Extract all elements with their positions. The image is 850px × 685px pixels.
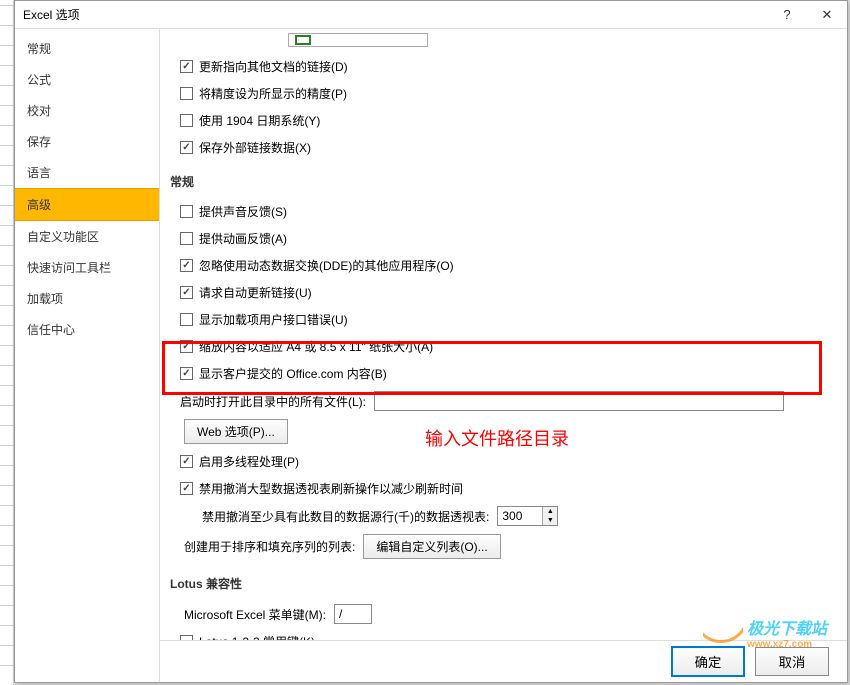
option-scale-paper[interactable]: 缩放内容以适应 A4 或 8.5 x 11" 纸张大小(A) (170, 333, 829, 360)
help-button[interactable]: ? (767, 1, 807, 29)
sidebar-item-save[interactable]: 保存 (15, 126, 159, 157)
close-button[interactable]: ✕ (807, 1, 847, 29)
checkbox-icon[interactable] (180, 141, 193, 154)
checkbox-icon[interactable] (180, 340, 193, 353)
checkbox-icon[interactable] (180, 635, 193, 640)
lotus-menu-key-label: Microsoft Excel 菜单键(M): (184, 606, 326, 623)
checkbox-icon[interactable] (180, 367, 193, 380)
section-lotus: Lotus 兼容性 (170, 563, 829, 600)
content-wrapper: 更新指向其他文档的链接(D) 将精度设为所显示的精度(P) 使用 1904 日期… (160, 29, 847, 682)
startup-path-input[interactable] (374, 391, 784, 411)
sidebar-item-proofing[interactable]: 校对 (15, 95, 159, 126)
startup-path-label: 启动时打开此目录中的所有文件(L): (180, 393, 366, 410)
dialog-footer: 确定 取消 (160, 640, 847, 682)
sidebar-item-language[interactable]: 语言 (15, 157, 159, 188)
undo-threshold-row: 禁用撤消至少具有此数目的数据源行(千)的数据透视表: ▲ ▼ (170, 502, 829, 530)
checkbox-icon[interactable] (180, 455, 193, 468)
option-multithread[interactable]: 启用多线程处理(P) (170, 448, 829, 475)
sidebar-item-formulas[interactable]: 公式 (15, 64, 159, 95)
checkbox-icon[interactable] (180, 87, 193, 100)
content-panel: 更新指向其他文档的链接(D) 将精度设为所显示的精度(P) 使用 1904 日期… (160, 29, 847, 640)
option-auto-update-links[interactable]: 请求自动更新链接(U) (170, 279, 829, 306)
section-general: 常规 (170, 161, 829, 198)
truncated-dropdown[interactable] (288, 33, 428, 47)
titlebar: Excel 选项 ? ✕ (15, 1, 847, 29)
dialog-title: Excel 选项 (23, 6, 767, 23)
option-lotus-transition[interactable]: Lotus 1-2-3 常用键(K) (170, 628, 829, 640)
dialog-body: 常规 公式 校对 保存 语言 高级 自定义功能区 快速访问工具栏 加载项 信任中… (15, 29, 847, 682)
sidebar-item-quick-access[interactable]: 快速访问工具栏 (15, 252, 159, 283)
lotus-menu-key-input[interactable] (334, 604, 372, 624)
option-1904-date[interactable]: 使用 1904 日期系统(Y) (170, 107, 829, 134)
workbook-icon (295, 35, 311, 45)
option-animation-feedback[interactable]: 提供动画反馈(A) (170, 225, 829, 252)
sidebar-item-general[interactable]: 常规 (15, 33, 159, 64)
web-options-button[interactable]: Web 选项(P)... (184, 419, 288, 444)
option-disable-pivot-undo[interactable]: 禁用撤消大型数据透视表刷新操作以减少刷新时间 (170, 475, 829, 502)
custom-list-label: 创建用于排序和填充序列的列表: (184, 538, 355, 555)
spreadsheet-grid-bg (0, 0, 14, 685)
option-ignore-dde[interactable]: 忽略使用动态数据交换(DDE)的其他应用程序(O) (170, 252, 829, 279)
checkbox-icon[interactable] (180, 232, 193, 245)
checkbox-icon[interactable] (180, 205, 193, 218)
custom-list-row: 创建用于排序和填充序列的列表: 编辑自定义列表(O)... (170, 530, 829, 563)
undo-threshold-spinner[interactable]: ▲ ▼ (497, 506, 558, 526)
sidebar: 常规 公式 校对 保存 语言 高级 自定义功能区 快速访问工具栏 加载项 信任中… (15, 29, 160, 682)
option-sound-feedback[interactable]: 提供声音反馈(S) (170, 198, 829, 225)
startup-path-row: 启动时打开此目录中的所有文件(L): (170, 387, 829, 415)
spin-up-icon[interactable]: ▲ (543, 507, 557, 516)
undo-threshold-label: 禁用撤消至少具有此数目的数据源行(千)的数据透视表: (202, 508, 489, 525)
checkbox-icon[interactable] (180, 313, 193, 326)
sidebar-item-trust-center[interactable]: 信任中心 (15, 314, 159, 345)
option-save-external-links[interactable]: 保存外部链接数据(X) (170, 134, 829, 161)
web-options-row: Web 选项(P)... (170, 415, 829, 448)
lotus-menu-key-row: Microsoft Excel 菜单键(M): (170, 600, 829, 628)
checkbox-icon[interactable] (180, 114, 193, 127)
sidebar-item-addins[interactable]: 加载项 (15, 283, 159, 314)
option-precision[interactable]: 将精度设为所显示的精度(P) (170, 80, 829, 107)
cancel-button[interactable]: 取消 (755, 647, 829, 676)
ok-button[interactable]: 确定 (671, 646, 745, 677)
option-office-content[interactable]: 显示客户提交的 Office.com 内容(B) (170, 360, 829, 387)
checkbox-icon[interactable] (180, 259, 193, 272)
option-addin-errors[interactable]: 显示加载项用户接口错误(U) (170, 306, 829, 333)
sidebar-item-advanced[interactable]: 高级 (15, 188, 159, 221)
option-update-links[interactable]: 更新指向其他文档的链接(D) (170, 53, 829, 80)
undo-threshold-input[interactable] (498, 507, 542, 525)
checkbox-icon[interactable] (180, 482, 193, 495)
sidebar-item-customize-ribbon[interactable]: 自定义功能区 (15, 221, 159, 252)
spin-down-icon[interactable]: ▼ (543, 516, 557, 525)
excel-options-dialog: Excel 选项 ? ✕ 常规 公式 校对 保存 语言 高级 自定义功能区 快速… (14, 0, 848, 683)
checkbox-icon[interactable] (180, 286, 193, 299)
edit-custom-list-button[interactable]: 编辑自定义列表(O)... (363, 534, 500, 559)
checkbox-icon[interactable] (180, 60, 193, 73)
